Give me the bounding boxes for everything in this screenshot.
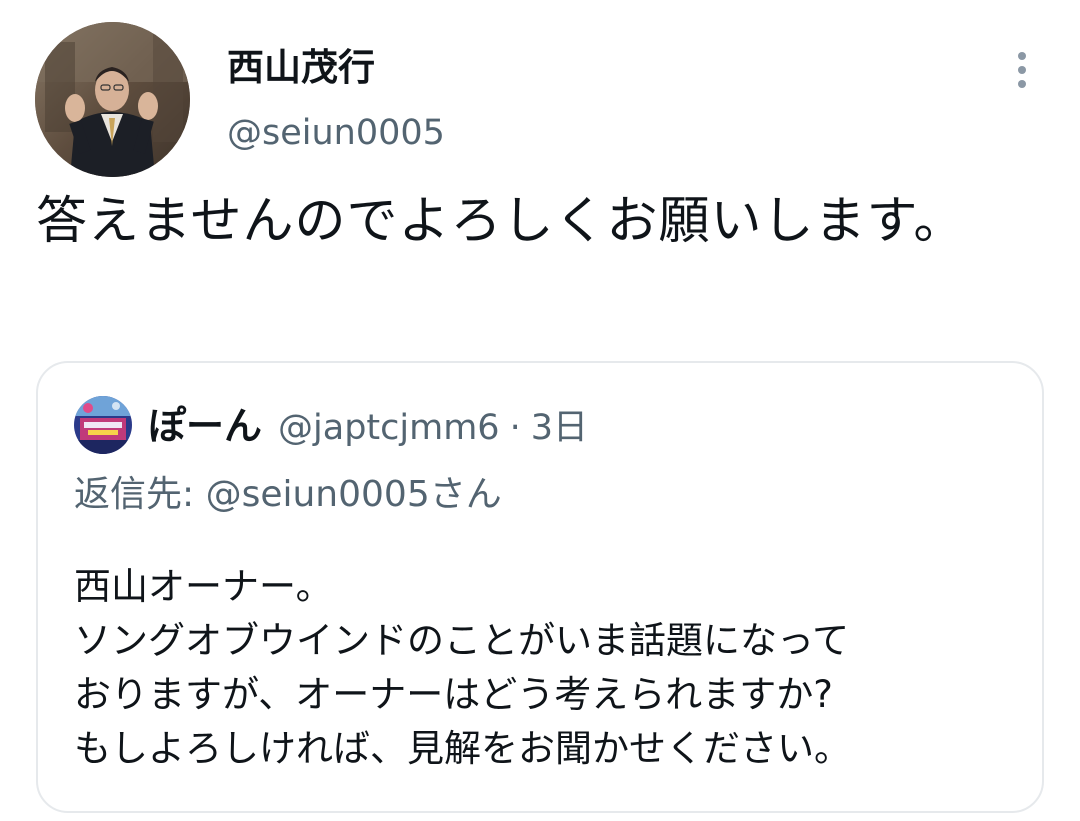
reply-to-line: 返信先: @seiun0005さん [74,471,502,519]
quoted-tweet-timestamp[interactable]: 3日 [531,403,588,453]
quoted-author-avatar-image [74,396,132,454]
meta-separator: · [509,408,521,448]
quoted-tweet-line: ソングオブウインドのことがいま話題になって [74,619,850,662]
quoted-author-display-name[interactable]: ぽーん [148,401,262,451]
author-avatar-image [35,22,190,177]
author-avatar[interactable] [35,22,190,177]
quoted-author-handle[interactable]: @japtcjmm6 [278,403,500,453]
quoted-tweet-line: おりますが、オーナーはどう考えられますか? [74,673,833,716]
quoted-author-avatar[interactable] [74,396,132,454]
quoted-tweet-line: 西山オーナー。 [74,565,333,608]
author-handle[interactable]: @seiun0005 [227,110,445,156]
quoted-tweet-card[interactable]: ぽーん @japtcjmm6 · 3日 返信先: @seiun0005さん 西山… [36,361,1044,813]
quoted-tweet-line: もしよろしければ、見解をお聞かせください。 [74,727,851,770]
more-options-button[interactable] [1002,44,1042,96]
vertical-ellipsis-icon [1018,52,1026,88]
quoted-tweet-header: ぽーん @japtcjmm6 · 3日 [148,401,588,451]
reply-to-label: 返信先: [74,474,206,515]
reply-to-mention[interactable]: @seiun0005さん [206,474,502,515]
quoted-tweet-text: 西山オーナー。 ソングオブウインドのことがいま話題になって おりますが、オーナー… [74,560,1014,776]
tweet-text: 答えませんのでよろしくお願いします。 [36,192,966,251]
author-display-name[interactable]: 西山茂行 [227,44,375,92]
